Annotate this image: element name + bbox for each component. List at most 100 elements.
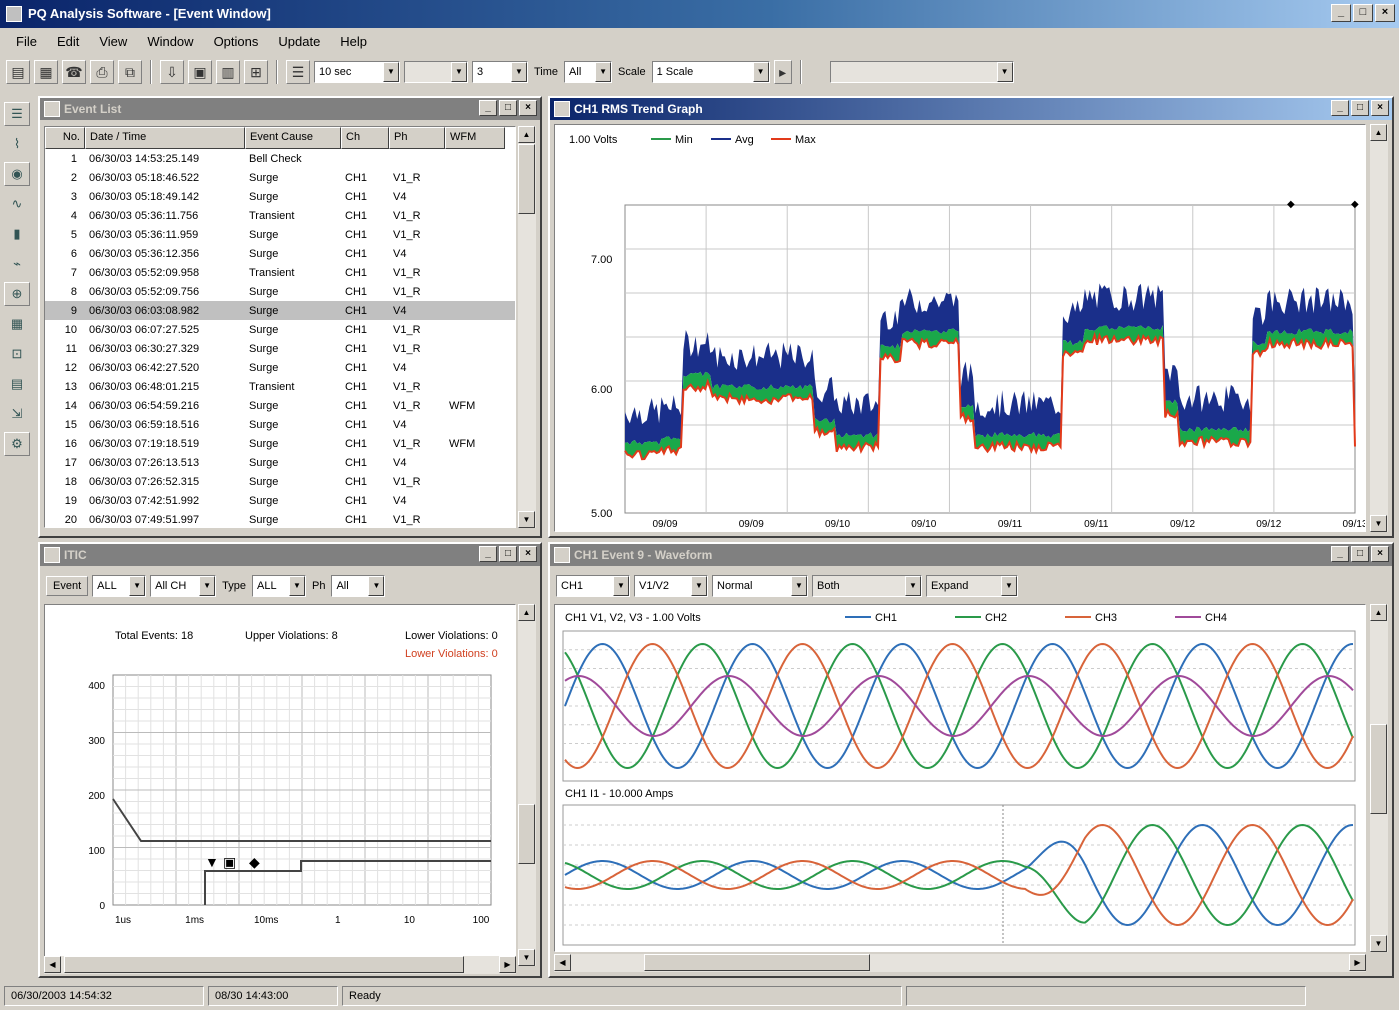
scroll-down-icon[interactable]: ▼ [1370,515,1387,532]
column-header-ph[interactable]: Ph [389,127,445,149]
itic-titlebar[interactable]: ITIC _ □ × [40,544,540,566]
meter-icon[interactable]: ◉ [4,162,30,186]
event-list-scrollbar[interactable]: ▲ ▼ [518,126,536,528]
scroll-left-icon[interactable]: ◀ [554,954,571,971]
chevron-down-icon[interactable]: ▼ [289,576,305,596]
scroll-thumb[interactable] [1370,724,1387,814]
print-icon[interactable]: ⎙ [90,60,114,84]
channel-select[interactable]: 3 ▼ [472,61,528,83]
itic-scrollbar[interactable]: ▲ ▼ [518,604,536,966]
menu-view[interactable]: View [89,30,137,54]
table-row[interactable]: 14 06/30/03 06:54:59.216 Surge CH1 V1_R WFM [45,396,515,415]
table-row[interactable]: 18 06/30/03 07:26:52.315 Surge CH1 V1_R [45,472,515,491]
settings-icon[interactable]: ⚙ [4,432,30,456]
menu-help[interactable]: Help [330,30,377,54]
open-icon[interactable]: ▤ [6,60,30,84]
chevron-down-icon[interactable]: ▼ [613,576,629,596]
table-row[interactable]: 1 06/30/03 14:53:25.149 Bell Check [45,149,515,168]
window-icon[interactable] [554,547,570,563]
table-row[interactable]: 17 06/30/03 07:26:13.513 Surge CH1 V4 [45,453,515,472]
column-header-date[interactable]: Date / Time [85,127,245,149]
column-header-event[interactable]: Event Cause [245,127,341,149]
minimize-button[interactable]: _ [1331,546,1349,562]
window-icon[interactable] [44,547,60,563]
chevron-down-icon[interactable]: ▼ [1001,576,1017,596]
scroll-down-icon[interactable]: ▼ [518,949,535,966]
table-row[interactable]: 5 06/30/03 05:36:11.959 Surge CH1 V1_R [45,225,515,244]
chevron-down-icon[interactable]: ▼ [752,62,769,82]
chevron-down-icon[interactable]: ▼ [368,576,385,596]
minimize-button[interactable]: _ [479,546,497,562]
event-filter-select[interactable]: ALL ▼ [92,575,147,597]
waveform-scrollbar[interactable]: ▲ ▼ [1370,604,1388,952]
list-icon[interactable]: ☰ [4,102,30,126]
event-marker[interactable]: ◆ [249,854,260,870]
chevron-down-icon[interactable]: ▼ [383,62,399,82]
wave-expand-select[interactable]: Expand ▼ [926,575,1018,597]
trend-graph-titlebar[interactable]: CH1 RMS Trend Graph _ □ × [550,98,1392,120]
export-icon[interactable]: ⇲ [4,402,30,426]
maximize-button[interactable]: □ [1351,100,1369,116]
scroll-down-icon[interactable]: ▼ [1370,935,1387,952]
itic-chart[interactable]: Total Events: 18 Upper Violations: 8 Low… [45,605,515,965]
phasor-icon[interactable]: ⊕ [4,282,30,306]
maximize-button[interactable]: □ [499,546,517,562]
minimize-button[interactable]: _ [1331,4,1351,22]
table-row[interactable]: 13 06/30/03 06:48:01.215 Transient CH1 V1_R [45,377,515,396]
column-header-wfm[interactable]: WFM [445,127,505,149]
report-icon[interactable]: ▥ [216,60,240,84]
scroll-up-icon[interactable]: ▲ [518,126,535,143]
scroll-up-icon[interactable]: ▲ [1370,604,1387,621]
itic-hscrollbar[interactable]: ◀ ▶ [44,956,516,974]
window-icon[interactable] [44,101,60,117]
copy-icon[interactable]: ⧉ [118,60,142,84]
scroll-thumb[interactable] [518,804,535,864]
menu-file[interactable]: File [6,30,47,54]
interval-select[interactable]: 10 sec ▼ [314,61,400,83]
trend-chart[interactable]: 1.00 Volts Min Avg Max 7.00 6.00 5.00 09… [555,125,1375,542]
chevron-down-icon[interactable]: ▼ [791,576,807,596]
tree-icon[interactable]: ⊞ [244,60,268,84]
chevron-down-icon[interactable]: ▼ [996,62,1013,82]
chevron-down-icon[interactable]: ▼ [595,62,612,82]
table-row[interactable]: 7 06/30/03 05:52:09.958 Transient CH1 V1_R [45,263,515,282]
disk-icon[interactable]: ▣ [188,60,212,84]
download-icon[interactable]: ⇩ [160,60,184,84]
table-row[interactable]: 8 06/30/03 05:52:09.756 Surge CH1 V1_R [45,282,515,301]
scope-icon[interactable]: ⊡ [4,342,30,366]
scroll-left-icon[interactable]: ◀ [44,956,61,973]
wave-mode-select[interactable]: Normal ▼ [712,575,808,597]
scroll-thumb[interactable] [644,954,870,971]
table-row[interactable]: 20 06/30/03 07:49:51.997 Surge CH1 V1_R [45,510,515,527]
table-row[interactable]: 15 06/30/03 06:59:18.516 Surge CH1 V4 [45,415,515,434]
event-list-titlebar[interactable]: Event List _ □ × [40,98,540,120]
close-button[interactable]: × [1375,4,1395,22]
graph-icon[interactable]: ⌇ [4,132,30,156]
connect-icon[interactable]: ☎ [62,60,86,84]
maximize-button[interactable]: □ [499,100,517,116]
close-button[interactable]: × [519,100,537,116]
column-header-no[interactable]: No. [45,127,85,149]
menu-update[interactable]: Update [268,30,330,54]
table-row[interactable]: 2 06/30/03 05:18:46.522 Surge CH1 V1_R [45,168,515,187]
phase-filter-select[interactable]: All ▼ [331,575,386,597]
maximize-button[interactable]: □ [1353,4,1373,22]
table-row[interactable]: 19 06/30/03 07:42:51.992 Surge CH1 V4 [45,491,515,510]
minimize-button[interactable]: _ [1331,100,1349,116]
minimize-button[interactable]: _ [479,100,497,116]
table-row[interactable]: 3 06/30/03 05:18:49.142 Surge CH1 V4 [45,187,515,206]
properties-icon[interactable]: ☰ [286,60,310,84]
wave-display-select[interactable]: Both ▼ [812,575,922,597]
type-filter-select[interactable]: ALL ▼ [252,575,306,597]
table-row[interactable]: 4 06/30/03 05:36:11.756 Transient CH1 V1_R [45,206,515,225]
scroll-up-icon[interactable]: ▲ [518,604,535,621]
table-row[interactable]: 11 06/30/03 06:30:27.329 Surge CH1 V1_R [45,339,515,358]
column-header-ch[interactable]: Ch [341,127,389,149]
waveform-titlebar[interactable]: CH1 Event 9 - Waveform _ □ × [550,544,1392,566]
window-icon[interactable] [554,101,570,117]
menu-options[interactable]: Options [204,30,269,54]
waveform-chart[interactable]: CH1 V1, V2, V3 - 1.00 Volts CH1 CH2 CH3 CH4… [555,605,1365,951]
trend-scrollbar[interactable]: ▲ ▼ [1370,124,1388,532]
menu-window[interactable]: Window [137,30,203,54]
table-row[interactable]: 16 06/30/03 07:19:18.519 Surge CH1 V1_R WFM [45,434,515,453]
